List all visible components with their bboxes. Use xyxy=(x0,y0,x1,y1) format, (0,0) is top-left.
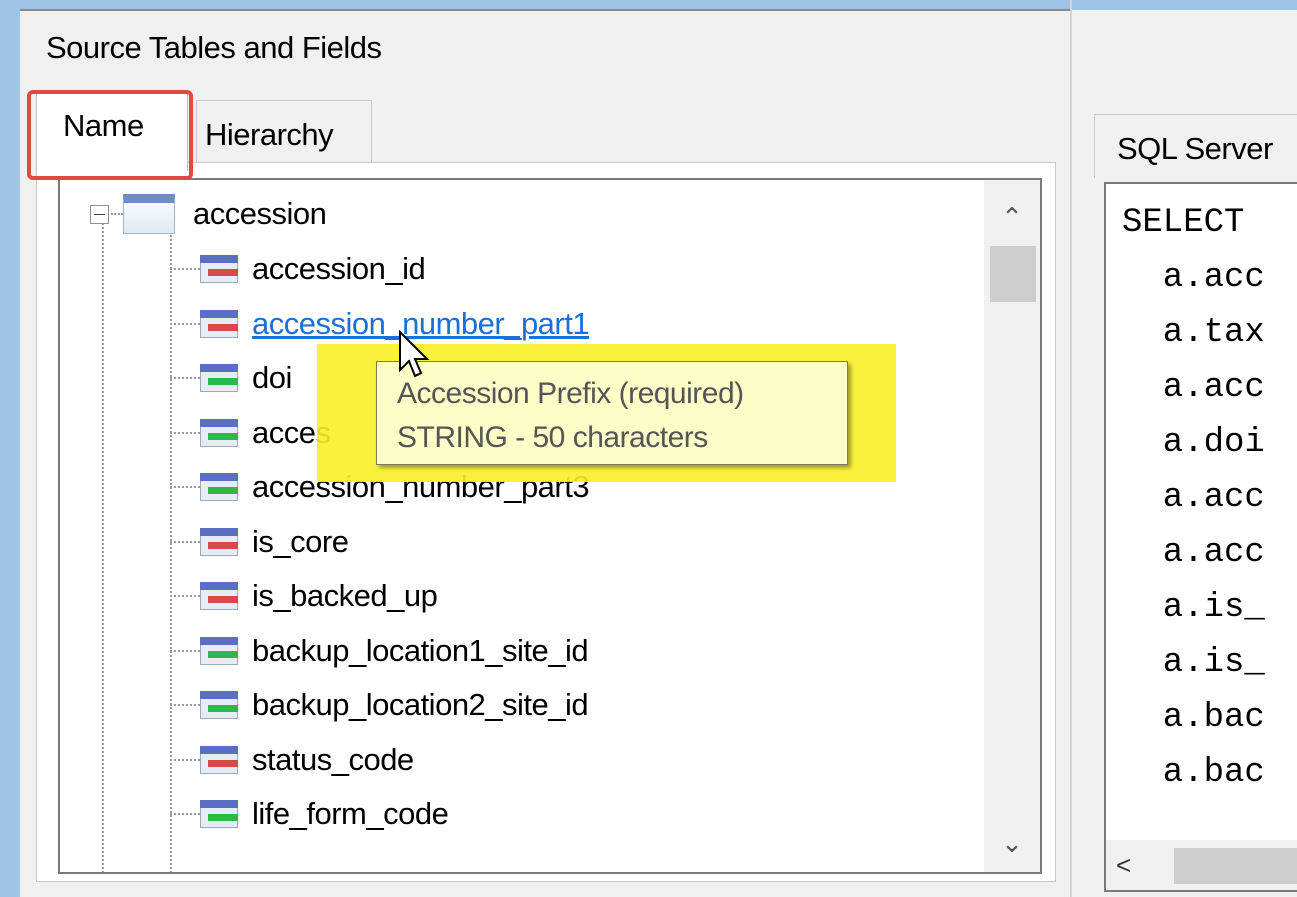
tree-field-row[interactable]: is_backed_up xyxy=(170,569,438,623)
sql-line: a.acc xyxy=(1122,534,1265,572)
sql-line: a.acc xyxy=(1122,259,1265,297)
mouse-cursor-icon xyxy=(399,330,430,378)
sql-hscrollbar[interactable]: < xyxy=(1106,840,1297,890)
tooltip-type: STRING - 50 characters xyxy=(397,421,708,454)
sql-line: a.is_ xyxy=(1122,644,1265,682)
tab-sql-server[interactable]: SQL Server xyxy=(1094,114,1297,178)
sql-line: a.acc xyxy=(1122,479,1265,517)
tree-scrollbar[interactable]: ⌃ ⌄ xyxy=(984,180,1040,872)
foreign-field-icon xyxy=(200,636,238,665)
tab-name[interactable]: Name xyxy=(36,93,188,171)
sql-line: a.acc xyxy=(1122,369,1265,407)
fields-tree[interactable]: accession accession_id accession_number_p… xyxy=(58,178,1042,874)
scroll-left-icon[interactable]: < xyxy=(1116,850,1131,881)
sql-line: a.doi xyxy=(1122,424,1265,462)
foreign-field-icon xyxy=(200,364,238,392)
tree-field-label: life_form_code xyxy=(252,796,449,831)
collapse-icon[interactable] xyxy=(90,204,109,224)
tree-field-row[interactable]: accession_id xyxy=(170,242,426,296)
sql-line: a.bac xyxy=(1122,699,1265,737)
tree-guide-line xyxy=(102,220,104,872)
tree-field-label: is_backed_up xyxy=(252,578,438,613)
field-tooltip: Accession Prefix (required) STRING - 50 … xyxy=(376,361,848,465)
scroll-up-icon[interactable]: ⌃ xyxy=(984,192,1040,242)
key-field-icon xyxy=(200,582,238,610)
tree-field-label: backup_location2_site_id xyxy=(252,687,589,722)
tree-node-accession[interactable]: accession xyxy=(90,194,327,234)
window-frame-left xyxy=(0,0,20,897)
tree-field-row[interactable]: status_code xyxy=(170,733,414,787)
tree-field-row[interactable]: backup_location2_site_id xyxy=(170,678,589,732)
panel-top-border xyxy=(20,9,1070,11)
sql-line: SELECT xyxy=(1122,204,1245,242)
scroll-down-icon[interactable]: ⌄ xyxy=(984,818,1040,868)
tree-field-row[interactable]: is_core xyxy=(170,515,349,569)
sql-line: a.tax xyxy=(1122,314,1265,352)
sql-line: a.is_ xyxy=(1122,589,1265,627)
key-field-icon xyxy=(200,309,238,338)
tree-field-row[interactable]: life_form_code xyxy=(170,787,449,841)
tree-field-label: accession_id xyxy=(252,251,426,286)
scrollbar-thumb[interactable] xyxy=(1174,848,1297,884)
tree-field-label: status_code xyxy=(252,741,414,777)
tree-field-row[interactable]: accession_number_part1 xyxy=(170,297,590,351)
tab-hierarchy[interactable]: Hierarchy xyxy=(196,100,372,162)
foreign-field-icon xyxy=(200,691,238,719)
key-field-icon xyxy=(200,745,238,774)
foreign-field-icon xyxy=(200,473,238,501)
tree-node-label: accession xyxy=(193,196,327,231)
key-field-icon xyxy=(200,255,238,283)
tree-field-row[interactable]: acces xyxy=(170,406,331,460)
tree-field-label: backup_location1_site_id xyxy=(252,632,589,668)
foreign-field-icon xyxy=(200,418,238,447)
table-icon xyxy=(123,194,175,234)
group-title: Source Tables and Fields xyxy=(46,30,382,65)
scrollbar-thumb[interactable] xyxy=(990,246,1036,302)
sql-line: a.bac xyxy=(1122,754,1265,792)
key-field-icon xyxy=(200,527,238,556)
tree-field-row[interactable]: backup_location1_site_id xyxy=(170,624,589,678)
foreign-field-icon xyxy=(200,800,238,828)
tree-field-label: is_core xyxy=(252,523,349,559)
tooltip-description: Accession Prefix (required) xyxy=(397,377,744,410)
tree-field-row[interactable]: doi xyxy=(170,351,292,405)
sql-editor[interactable]: SELECT a.acc a.tax a.acc a.doi a.acc a.a… xyxy=(1104,182,1297,892)
tree-field-label: doi xyxy=(252,360,292,395)
